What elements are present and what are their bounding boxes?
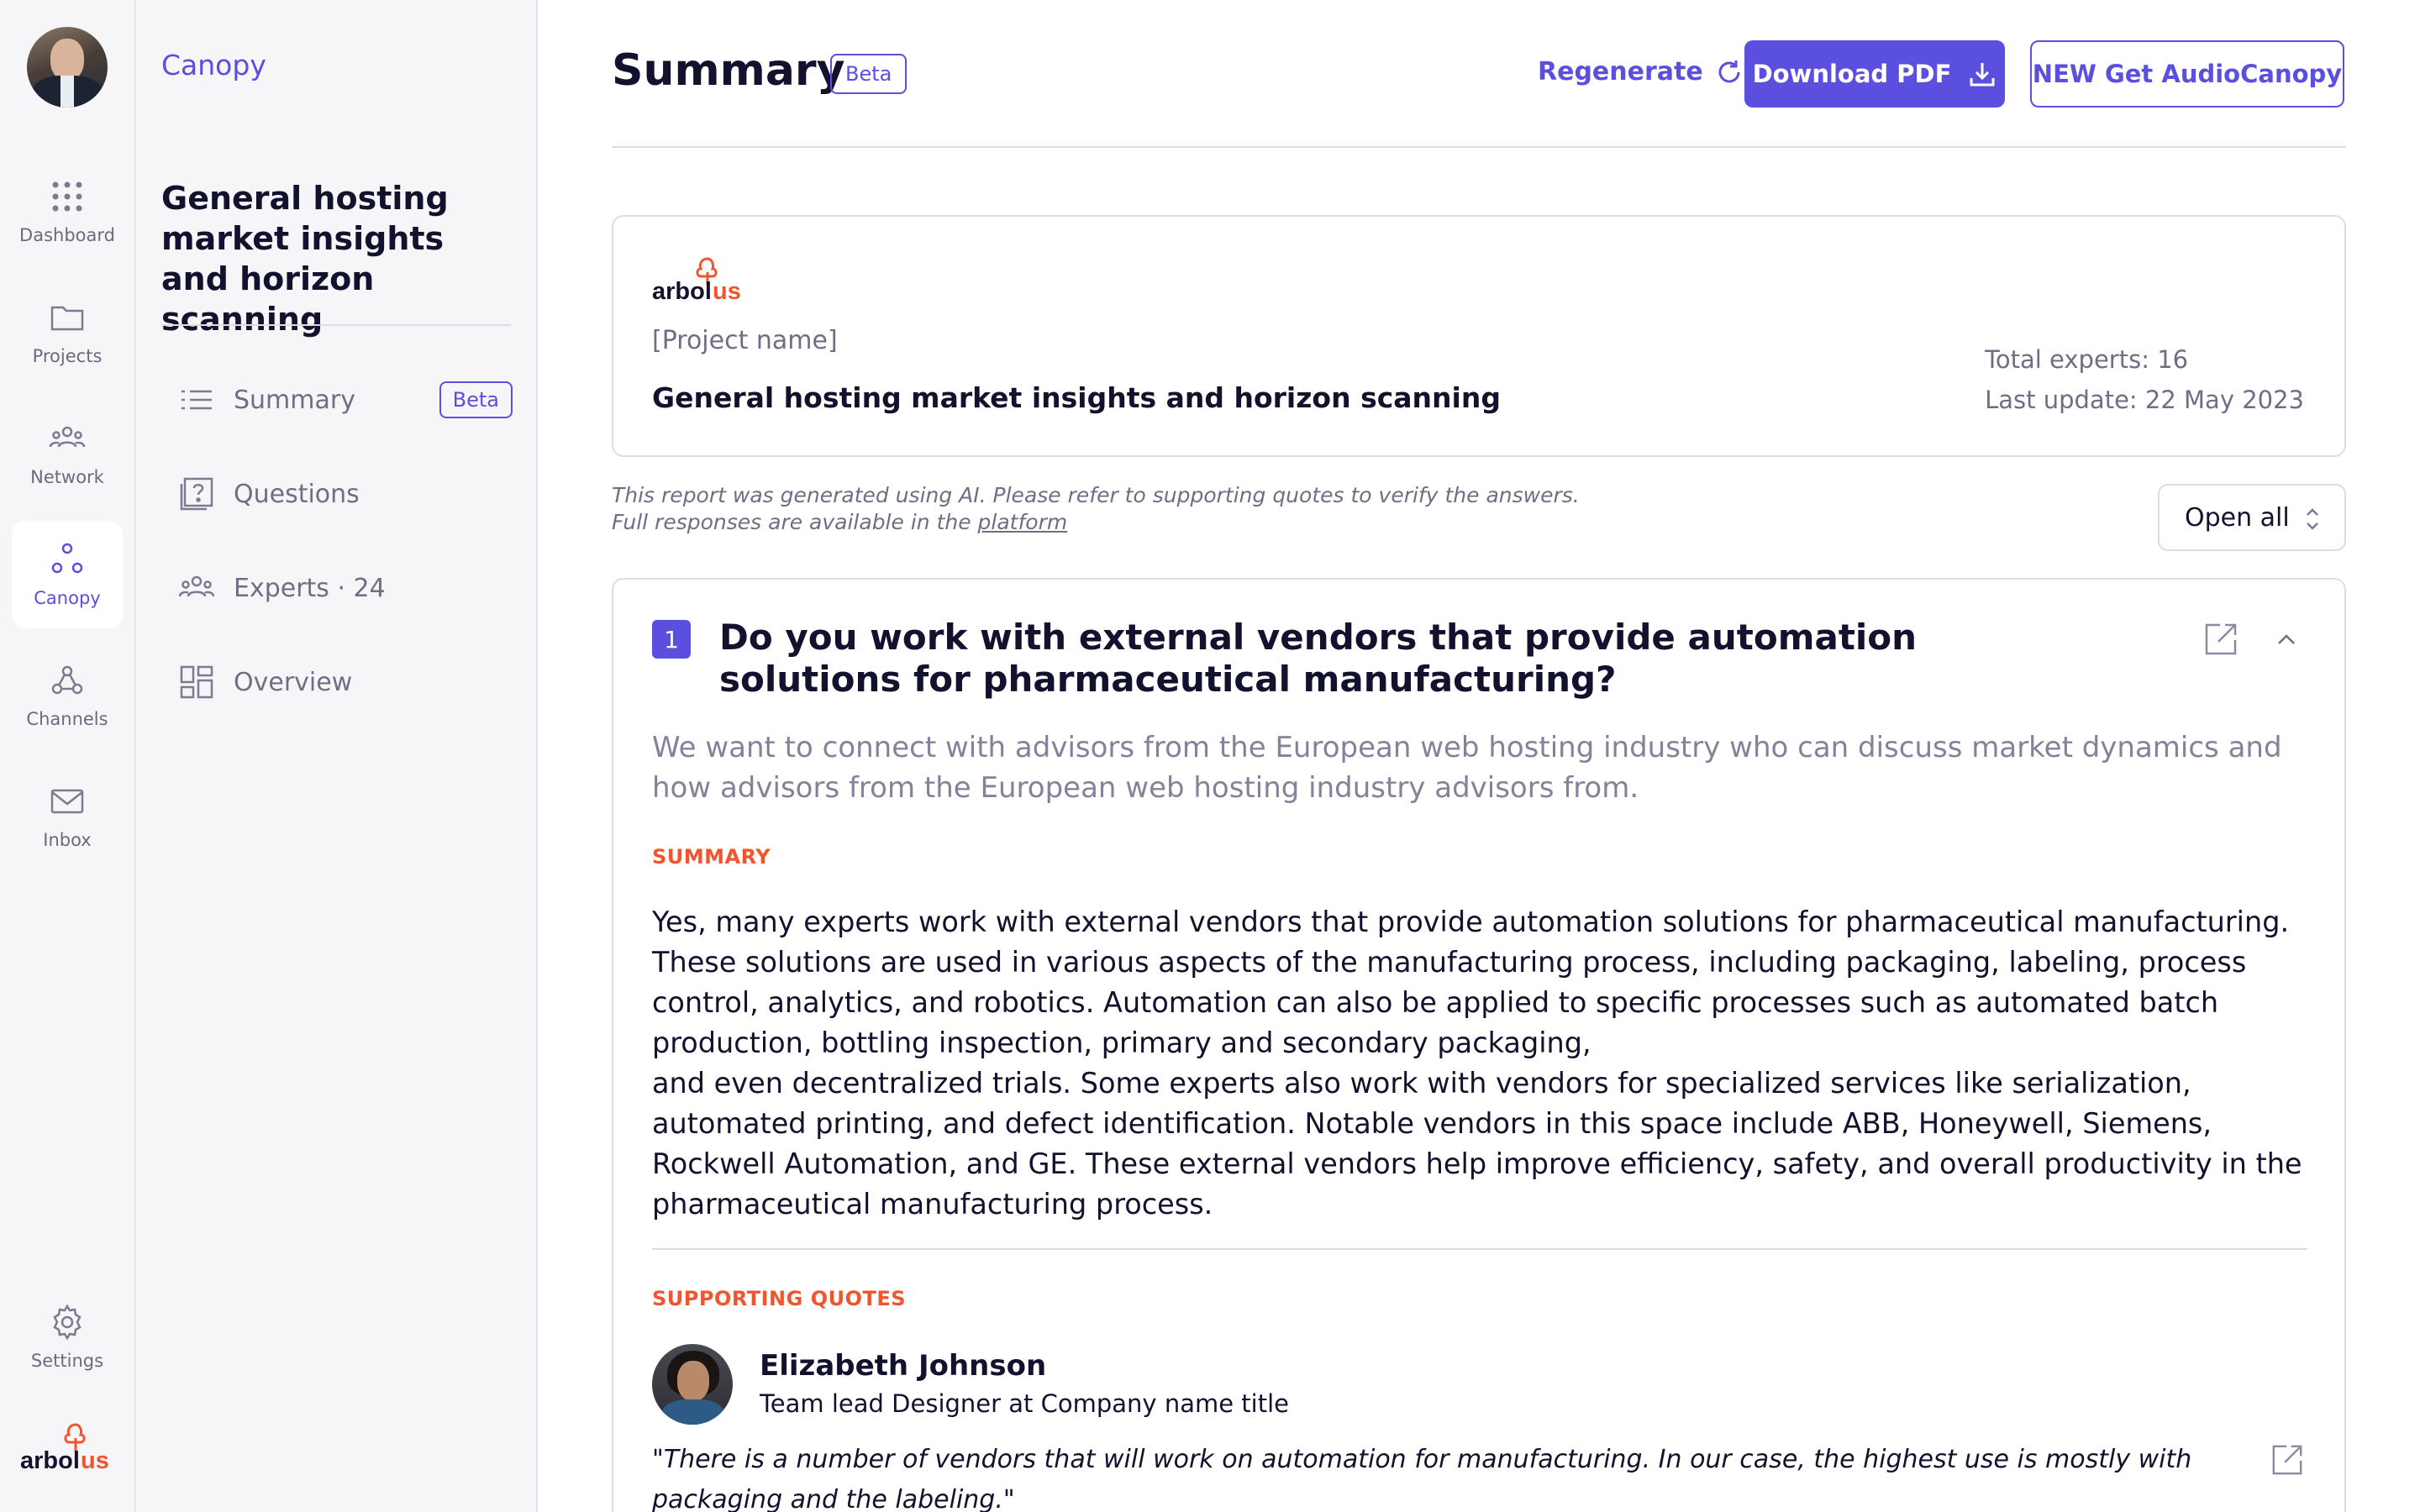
header-divider (612, 146, 2346, 148)
download-pdf-button[interactable]: Download PDF (1744, 40, 2005, 108)
project-name: General hosting market insights and hori… (652, 381, 1501, 414)
rail-item-channels[interactable]: Channels (12, 642, 123, 749)
main-content: Summary Beta Regenerate Download PDF NEW… (538, 0, 2420, 1512)
sidebar-item-label: Questions (234, 479, 360, 509)
people-group-icon (178, 575, 215, 597)
ai-disclaimer: This report was generated using AI. Plea… (612, 482, 1580, 536)
rail-label: Inbox (43, 830, 92, 850)
sidebar-item-label: Summary (234, 385, 355, 415)
external-link-icon[interactable] (2203, 622, 2238, 657)
external-link-icon[interactable] (2270, 1443, 2304, 1477)
expert-avatar[interactable] (652, 1344, 733, 1425)
rail-label: Projects (32, 346, 103, 366)
question-text: Do you work with external vendors that p… (719, 617, 1918, 700)
chevron-up-icon[interactable] (2272, 625, 2301, 654)
summary-section-label: SUMMARY (652, 845, 771, 869)
question-number: 1 (652, 620, 691, 659)
expert-role: Team lead Designer at Company name title (760, 1389, 1289, 1418)
arbolus-logo: arbol us (652, 257, 741, 305)
rail-label: Dashboard (19, 225, 115, 245)
last-update: Last update: 22 May 2023 (1985, 386, 2304, 414)
project-sidebar: Canopy General hosting market insights a… (136, 0, 538, 1512)
supporting-quotes-label: SUPPORTING QUOTES (652, 1287, 907, 1310)
regenerate-button[interactable]: Regenerate (1538, 57, 1744, 87)
svg-text:arbol: arbol (652, 278, 712, 305)
beta-badge: Beta (439, 381, 513, 418)
rail-item-canopy[interactable]: Canopy (12, 521, 123, 628)
sidebar-item-label: Overview (234, 667, 353, 697)
disclaimer-line-2: Full responses are available in the plat… (612, 510, 1068, 534)
disclaimer-line-1: This report was generated using AI. Plea… (612, 483, 1580, 507)
rail-item-projects[interactable]: Projects (12, 279, 123, 386)
summary-paragraph: Yes, many experts work with external ven… (652, 906, 2290, 1059)
question-description: We want to connect with advisors from th… (652, 731, 2282, 805)
quote-text: "There is a number of vendors that will … (652, 1445, 2192, 1512)
project-card: arbol us [Project name] General hosting … (612, 215, 2346, 457)
rail-item-settings[interactable]: Settings (12, 1284, 123, 1391)
rail-item-inbox[interactable]: Inbox (12, 763, 123, 870)
rail-label: Canopy (34, 588, 101, 608)
sidebar-item-label: Experts · 24 (234, 573, 386, 603)
arbolus-logo: arbol us (20, 1423, 109, 1474)
question-card: 1 Do you work with external vendors that… (612, 578, 2346, 1512)
svg-text:us: us (81, 1447, 109, 1474)
download-pdf-label: Download PDF (1752, 60, 1952, 88)
project-stats: Total experts: 16 Last update: 22 May 20… (1985, 339, 2304, 420)
summary-paragraph: and even decentralized trials. Some expe… (652, 1067, 2302, 1221)
project-title: General hosting market insights and hori… (161, 180, 449, 338)
folder-icon (50, 306, 84, 331)
summary-text: Yes, many experts work with external ven… (652, 902, 2324, 1225)
rail-item-network[interactable]: Network (12, 400, 123, 507)
canopy-nodes-icon (51, 543, 83, 574)
question-doc-icon (180, 477, 213, 511)
sidebar-item-summary[interactable]: Summary Beta (178, 373, 514, 427)
expert-name[interactable]: Elizabeth Johnson (760, 1349, 1046, 1383)
total-experts: Total experts: 16 (1985, 345, 2189, 374)
sidebar-item-experts[interactable]: Experts · 24 (178, 561, 514, 615)
rail-label: Channels (26, 709, 108, 729)
get-audiocanopy-button[interactable]: NEW Get AudioCanopy (2030, 40, 2344, 108)
title-beta-badge: Beta (830, 54, 908, 94)
canopy-brand-label[interactable]: Canopy (161, 49, 266, 81)
regenerate-label: Regenerate (1538, 57, 1703, 87)
download-icon (1970, 63, 1995, 87)
sidebar-item-questions[interactable]: Questions (178, 467, 514, 521)
chevron-up-down-icon (2307, 508, 2318, 530)
gear-icon (53, 1304, 82, 1341)
platform-link[interactable]: platform (978, 510, 1068, 534)
icon-rail: Dashboard Projects Network Canopy Channe… (0, 0, 136, 1512)
refresh-icon (1718, 60, 1740, 82)
svg-text:arbol: arbol (20, 1447, 80, 1474)
webhook-icon (51, 665, 83, 695)
open-all-select[interactable]: Open all (2158, 484, 2346, 551)
open-all-label: Open all (2185, 502, 2290, 533)
envelope-icon (50, 789, 84, 814)
list-icon (182, 390, 212, 410)
sidebar-divider (161, 324, 511, 326)
rail-label: Settings (30, 1351, 104, 1371)
project-name-label: [Project name] (652, 326, 838, 355)
people-group-icon (49, 426, 86, 448)
svg-text:us: us (713, 278, 741, 305)
audiocanopy-label: NEW Get AudioCanopy (2032, 60, 2343, 88)
grid-dots-icon (52, 181, 82, 212)
rail-label: Network (30, 467, 104, 487)
user-avatar[interactable] (27, 27, 108, 108)
section-divider (652, 1248, 2307, 1250)
layout-grid-icon (180, 665, 213, 699)
sidebar-item-overview[interactable]: Overview (178, 655, 514, 709)
page-title: Summary (612, 45, 845, 96)
rail-item-dashboard[interactable]: Dashboard (12, 158, 123, 265)
